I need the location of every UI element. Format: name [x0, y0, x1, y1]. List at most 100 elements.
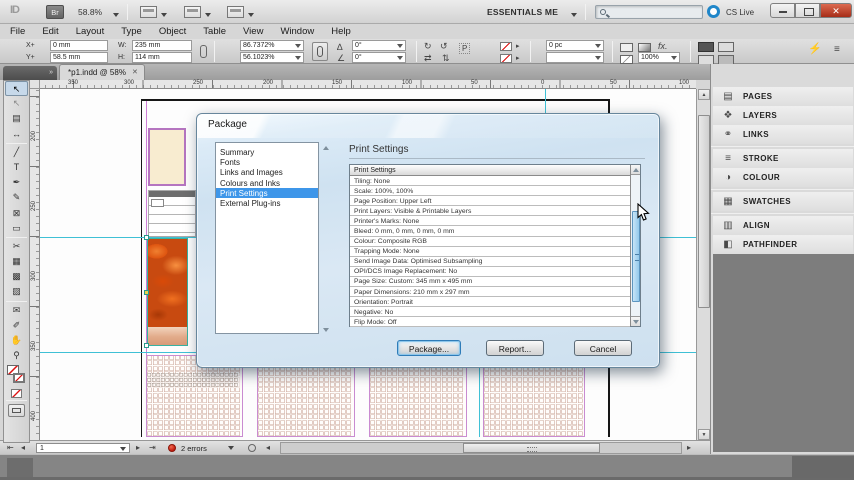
minimize-button[interactable] [770, 3, 795, 18]
selected-image-frame[interactable] [147, 238, 188, 346]
search-input[interactable] [595, 5, 703, 19]
note-tool[interactable]: ✉ [5, 303, 28, 318]
document-tab[interactable]: *p1.indd @ 58% ✕ [59, 64, 145, 80]
fill-swatch-none[interactable] [500, 54, 512, 63]
close-button[interactable]: ✕ [820, 3, 852, 18]
scroll-up-icon[interactable] [631, 165, 640, 175]
panel-menu-icon[interactable]: ≡ [834, 45, 840, 55]
scale-x-field[interactable]: 86.7372% [240, 40, 304, 51]
workspace-switcher[interactable]: ESSENTIALS ME [487, 7, 558, 17]
menu-help[interactable]: Help [331, 26, 351, 37]
screen-mode-button[interactable] [8, 404, 25, 418]
empty-frame[interactable] [148, 128, 186, 186]
prev-page-button[interactable]: ◂ [21, 443, 25, 452]
fill-stroke-swatches[interactable] [4, 363, 29, 387]
panel-button-colour[interactable]: ◑ COLOUR [713, 168, 853, 187]
next-page-button[interactable]: ▸ [136, 443, 140, 452]
panel-button-align[interactable]: ▥ ALIGN [713, 216, 853, 235]
menu-view[interactable]: View [243, 26, 263, 37]
screen-mode-icon[interactable] [184, 6, 201, 18]
scroll-left-button[interactable]: ◂ [266, 443, 270, 452]
stroke-swatch-icon[interactable] [13, 373, 25, 384]
frame-tool[interactable]: ⊠ [5, 206, 28, 221]
selection-tool[interactable]: ↖ [5, 81, 28, 97]
gap-tool[interactable]: ↔ [5, 127, 28, 142]
select-container-icon[interactable]: P [459, 43, 471, 54]
arrange-documents-icon[interactable] [227, 6, 244, 18]
wrap-none-icon[interactable] [698, 42, 714, 52]
object-effects-icon[interactable] [620, 43, 633, 52]
page-tool[interactable]: ▤ [5, 111, 28, 126]
panel-button-pathfinder[interactable]: ◧ PATHFINDER [713, 235, 853, 254]
page-number-field[interactable]: 1 [36, 443, 130, 453]
type-tool[interactable]: T [5, 160, 28, 175]
shear-field[interactable]: 0° [352, 52, 406, 63]
stroke-type-field[interactable] [546, 52, 604, 63]
nav-item-print-settings[interactable]: Print Settings [216, 187, 318, 198]
hand-tool[interactable]: ✋ [5, 333, 28, 348]
rectangle-tool[interactable]: ▭ [5, 221, 28, 236]
flower-image[interactable] [148, 239, 187, 327]
panel-button-links[interactable]: ⚭ LINKS [713, 125, 853, 144]
document-close-icon[interactable]: ✕ [132, 68, 138, 80]
scroll-up-icon[interactable] [323, 146, 329, 150]
horizontal-ruler[interactable]: 350 300 250 200 150 100 50 0 50 100 [40, 80, 696, 89]
pencil-tool[interactable]: ✎ [5, 190, 28, 205]
preflight-menu-icon[interactable] [248, 444, 256, 452]
panel-button-layers[interactable]: ❖ LAYERS [713, 106, 853, 125]
horizontal-scrollbar-thumb[interactable] [463, 443, 600, 453]
report-button[interactable]: Report... [486, 340, 544, 356]
vertical-scrollbar[interactable]: ▲ ▼ [696, 89, 710, 440]
scissors-tool[interactable]: ✂ [5, 239, 28, 254]
gradient-feather-tool[interactable]: ▨ [5, 284, 28, 299]
rotate-ccw-icon[interactable]: ↺ [440, 42, 448, 51]
scale-y-field[interactable]: 56.1023% [240, 52, 304, 63]
panel-button-swatches[interactable]: ▦ SWATCHES [713, 192, 853, 211]
cs-live-label[interactable]: CS Live [726, 8, 754, 17]
menu-layout[interactable]: Layout [76, 26, 105, 37]
menu-type[interactable]: Type [121, 26, 142, 37]
zoom-tool[interactable]: ⚲ [5, 348, 28, 363]
settings-scrollbar[interactable] [630, 165, 640, 326]
view-options-icon[interactable] [140, 6, 157, 18]
scroll-right-button[interactable]: ▸ [687, 443, 691, 452]
nav-item-fonts[interactable]: Fonts [216, 156, 318, 167]
apply-none-button[interactable] [11, 389, 22, 399]
panel-button-pages[interactable]: ▤ PAGES [713, 87, 853, 106]
arrange-documents-arrow[interactable] [248, 9, 254, 19]
selection-handle-bottom-left[interactable] [144, 343, 149, 348]
y-position-field[interactable]: 58.5 mm [50, 52, 108, 63]
menu-object[interactable]: Object [159, 26, 186, 37]
width-field[interactable]: 235 mm [132, 40, 192, 51]
selection-handle-mid-left[interactable] [144, 290, 149, 295]
screen-mode-arrow[interactable] [205, 9, 211, 19]
drop-shadow-icon[interactable] [620, 55, 633, 64]
menu-file[interactable]: File [10, 26, 25, 37]
nav-item-links-images[interactable]: Links and Images [216, 167, 318, 177]
gradient-effect-icon[interactable] [638, 43, 651, 52]
preflight-menu-arrow[interactable] [228, 446, 234, 450]
gradient-tool[interactable]: ▩ [5, 269, 28, 284]
nav-item-external-plugins[interactable]: External Plug-ins [216, 198, 318, 208]
selection-handle-top-left[interactable] [144, 235, 149, 240]
preflight-errors-label[interactable]: 2 errors [181, 444, 207, 453]
flip-horizontal-icon[interactable]: ⇄ [424, 54, 432, 63]
maximize-button[interactable] [795, 3, 820, 18]
zoom-dropdown-arrow[interactable] [113, 9, 119, 19]
menu-edit[interactable]: Edit [42, 26, 58, 37]
pen-tool[interactable]: ✒ [5, 175, 28, 190]
tools-panel-header[interactable]: » [3, 66, 57, 80]
cancel-button[interactable]: Cancel [574, 340, 632, 356]
x-position-field[interactable]: 0 mm [50, 40, 108, 51]
stroke-weight-field[interactable]: 0 pc [546, 40, 604, 51]
line-tool[interactable]: ╱ [5, 145, 28, 160]
bridge-button[interactable]: Br [46, 5, 64, 19]
flip-vertical-icon[interactable]: ⇅ [442, 54, 450, 63]
peach-image[interactable] [148, 327, 187, 345]
scroll-down-icon[interactable] [323, 328, 329, 332]
nav-item-colours-inks[interactable]: Colours and Inks [216, 177, 318, 188]
menu-table[interactable]: Table [203, 26, 226, 37]
constrain-scale-button[interactable] [312, 42, 328, 61]
table-frame[interactable] [148, 190, 196, 237]
fx-icon[interactable]: fx. [658, 42, 668, 51]
